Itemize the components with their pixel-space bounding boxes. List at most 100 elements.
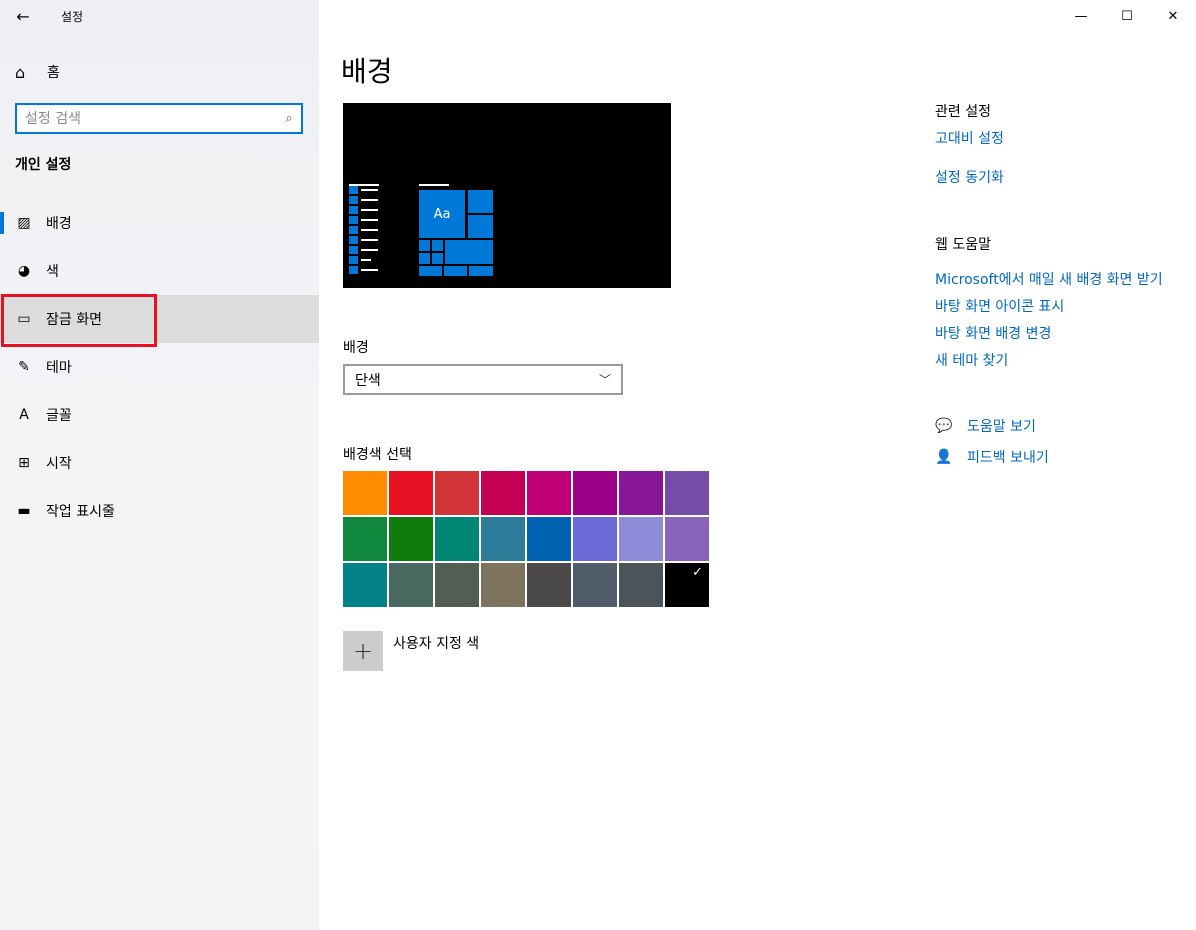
preview-list-icon (349, 216, 358, 224)
related-settings-heading: 관련 설정 (935, 104, 991, 120)
preview-tile (419, 253, 430, 264)
sidebar-item-lock-screen[interactable]: ▭ 잠금 화면 (0, 295, 319, 343)
home-label: 홈 (47, 65, 60, 81)
color-swatch[interactable] (435, 563, 479, 607)
color-swatch[interactable] (527, 471, 571, 515)
preview-list-line (361, 259, 371, 261)
sidebar-item-label: 색 (46, 264, 59, 280)
plus-icon[interactable]: + (343, 631, 383, 671)
color-swatch[interactable] (343, 471, 387, 515)
color-swatch[interactable] (619, 517, 663, 561)
color-swatch[interactable] (481, 471, 525, 515)
color-swatch[interactable] (573, 517, 617, 561)
background-type-label: 배경 (343, 340, 369, 356)
color-swatch[interactable] (389, 517, 433, 561)
preview-list-line (361, 189, 378, 191)
sidebar-item-color[interactable]: ◕ 색 (0, 247, 319, 295)
color-swatch[interactable] (573, 471, 617, 515)
maximize-icon[interactable]: ☐ (1104, 0, 1150, 32)
picture-icon: ▨ (17, 215, 31, 231)
color-swatch[interactable] (435, 517, 479, 561)
change-wallpaper-link[interactable]: 바탕 화면 배경 변경 (935, 323, 1051, 343)
preview-tile (468, 190, 493, 213)
color-swatch-grid (343, 471, 711, 607)
color-swatch[interactable] (527, 517, 571, 561)
back-arrow-icon[interactable]: ← (0, 0, 46, 32)
color-swatch[interactable] (481, 563, 525, 607)
window-controls: — ☐ ✕ (1058, 0, 1196, 32)
color-swatch[interactable] (343, 563, 387, 607)
feedback-link[interactable]: 👤 피드백 보내기 (935, 447, 1049, 467)
sidebar-item-taskbar[interactable]: ▬ 작업 표시줄 (0, 487, 319, 535)
help-chat-icon: 💬 (935, 418, 953, 434)
color-swatch[interactable] (435, 471, 479, 515)
sidebar-item-label: 테마 (46, 360, 72, 376)
search-icon[interactable]: ⌕ (277, 111, 301, 126)
sidebar-item-label: 작업 표시줄 (46, 504, 115, 520)
preview-list-icon (349, 236, 358, 244)
font-icon: A (19, 407, 29, 423)
preview-tile (469, 266, 493, 276)
taskbar-icon: ▬ (17, 503, 31, 519)
color-swatch[interactable] (619, 471, 663, 515)
color-swatch[interactable] (665, 563, 709, 607)
sidebar-item-label: 시작 (46, 456, 72, 472)
get-help-link[interactable]: 💬 도움말 보기 (935, 416, 1036, 436)
preview-list-icon (349, 196, 358, 204)
preview-list-icon (349, 206, 358, 214)
color-swatch[interactable] (481, 517, 525, 561)
sidebar-item-start[interactable]: ⊞ 시작 (0, 439, 319, 487)
dropdown-value: 단색 (355, 372, 381, 389)
preview-list-icon (349, 256, 358, 264)
page-title: 배경 (341, 55, 393, 88)
color-swatch[interactable] (527, 563, 571, 607)
sidebar-item-label: 잠금 화면 (46, 312, 102, 328)
preview-list-line (361, 269, 378, 271)
title-bar: ← 설정 (0, 0, 319, 32)
background-type-dropdown[interactable]: 단색 ﹀ (343, 364, 623, 395)
home-icon: ⌂ (15, 62, 26, 82)
preview-tile-line (419, 184, 449, 186)
home-link[interactable]: ⌂ 홈 (0, 56, 319, 88)
custom-color-button[interactable]: + 사용자 지정 색 (343, 631, 479, 671)
app-title: 설정 (61, 9, 84, 24)
nav-list: ▨ 배경 ◕ 색 ▭ 잠금 화면 ✎ 테마 A 글꼴 ⊞ 시작 ▬ 작업 표시줄 (0, 199, 319, 535)
close-icon[interactable]: ✕ (1150, 0, 1196, 32)
preview-tile (419, 240, 430, 251)
preview-list-line (361, 249, 378, 251)
preview-list-line (361, 239, 378, 241)
lock-screen-icon: ▭ (17, 311, 31, 327)
find-themes-link[interactable]: 새 테마 찾기 (935, 350, 1008, 370)
color-swatch[interactable] (665, 471, 709, 515)
section-title: 개인 설정 (15, 157, 72, 173)
sidebar-item-fonts[interactable]: A 글꼴 (0, 391, 319, 439)
preview-list-icon (349, 226, 358, 234)
sidebar-item-theme[interactable]: ✎ 테마 (0, 343, 319, 391)
search-input[interactable] (17, 105, 277, 132)
desktop-icons-link[interactable]: 바탕 화면 아이콘 표시 (935, 296, 1064, 316)
sidebar-item-background[interactable]: ▨ 배경 (0, 199, 319, 247)
preview-tile (432, 253, 443, 264)
sidebar-item-label: 글꼴 (46, 408, 72, 424)
sidebar-item-label: 배경 (46, 216, 72, 232)
color-swatch[interactable] (665, 517, 709, 561)
feedback-person-icon: 👤 (935, 449, 953, 465)
search-box[interactable]: ⌕ (15, 103, 303, 134)
preview-list-line (361, 199, 378, 201)
color-swatch[interactable] (343, 517, 387, 561)
preview-list-icon (349, 266, 358, 274)
color-swatch[interactable] (389, 563, 433, 607)
daily-wallpaper-link[interactable]: Microsoft에서 매일 새 배경 화면 받기 (935, 269, 1163, 289)
color-section-label: 배경색 선택 (343, 447, 412, 463)
color-swatch[interactable] (389, 471, 433, 515)
preview-list-line (361, 209, 378, 211)
minimize-icon[interactable]: — (1058, 0, 1104, 32)
color-swatch[interactable] (619, 563, 663, 607)
feedback-label: 피드백 보내기 (967, 450, 1049, 466)
sync-settings-link[interactable]: 설정 동기화 (935, 167, 1004, 187)
preview-tile (445, 240, 493, 264)
color-swatch[interactable] (573, 563, 617, 607)
high-contrast-link[interactable]: 고대비 설정 (935, 128, 1004, 148)
preview-tile (444, 266, 467, 276)
theme-brush-icon: ✎ (18, 359, 30, 375)
